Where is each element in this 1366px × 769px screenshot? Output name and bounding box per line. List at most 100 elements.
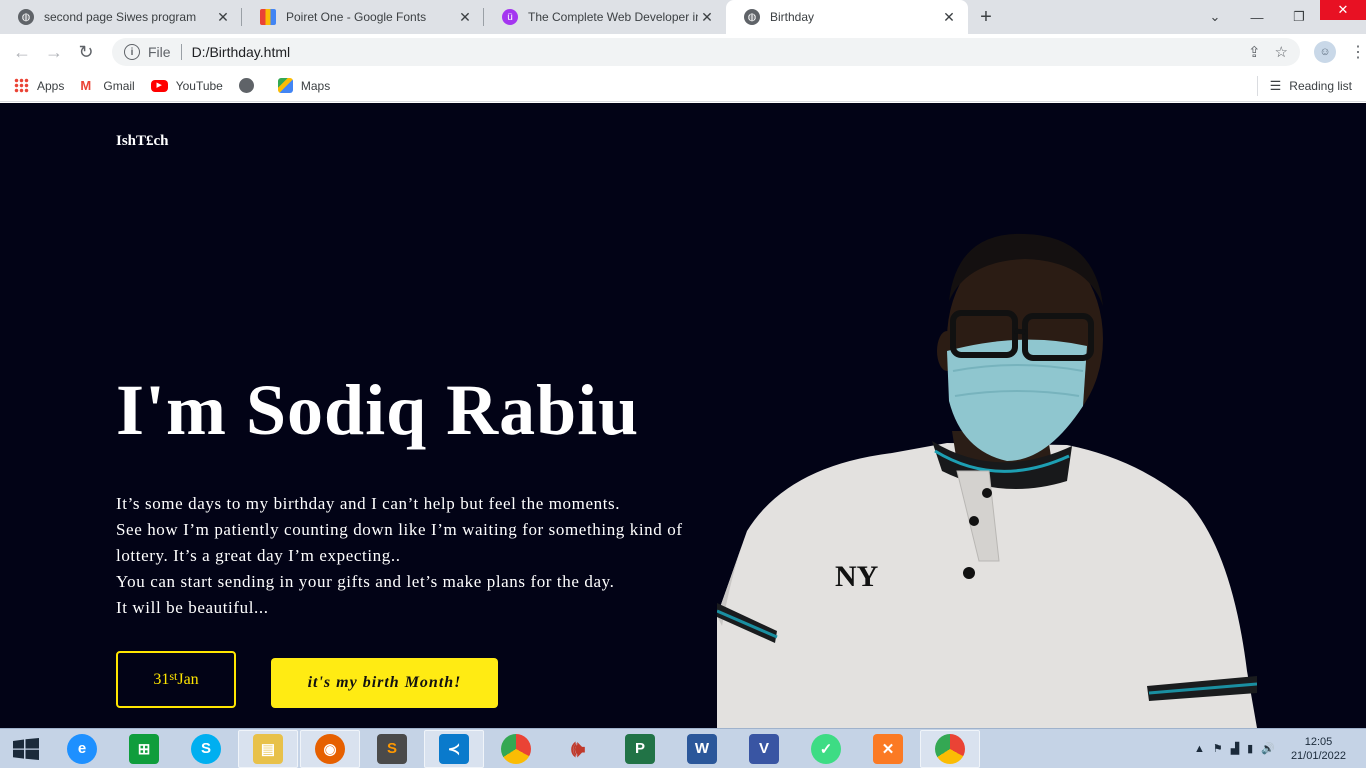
tab-google-fonts[interactable]: Poiret One - Google Fonts ✕ bbox=[242, 0, 484, 34]
globe-icon: ◍ bbox=[744, 9, 760, 25]
reading-list[interactable]: ☰ Reading list bbox=[1256, 75, 1352, 96]
visio-icon: V bbox=[749, 733, 779, 764]
battery-icon[interactable]: ▮ bbox=[1247, 742, 1253, 755]
taskbar-vscode[interactable]: ≺ bbox=[424, 729, 484, 768]
tab-birthday[interactable]: ◍ Birthday ✕ bbox=[726, 0, 968, 34]
bookmark-apps[interactable]: Apps bbox=[14, 78, 64, 93]
forward-icon[interactable]: → bbox=[38, 42, 70, 63]
date-suffix: st bbox=[169, 669, 178, 683]
portrait-photo: NY bbox=[717, 233, 1257, 728]
new-tab-button[interactable]: + bbox=[968, 0, 1004, 34]
more-menu-icon[interactable]: ⋮ bbox=[1350, 42, 1366, 62]
close-tab-icon[interactable]: ✕ bbox=[214, 9, 232, 26]
project-icon: P bbox=[625, 733, 655, 764]
svg-text:NY: NY bbox=[835, 560, 879, 593]
chrome-active-icon bbox=[935, 733, 965, 764]
window-controls: ⌄ — ❐ ✕ bbox=[1194, 0, 1366, 34]
xampp-icon: ✕ bbox=[873, 733, 903, 764]
paragraph-line: You can start sending in your gifts and … bbox=[116, 572, 615, 591]
bookmark-label: Gmail bbox=[103, 78, 135, 93]
tab-siwes[interactable]: ◍ second page Siwes program ✕ bbox=[0, 0, 242, 34]
globe-icon: ◍ bbox=[18, 9, 34, 25]
taskbar-firefox[interactable]: ◉ bbox=[300, 729, 360, 768]
windows-logo-icon bbox=[13, 737, 39, 760]
restore-button[interactable]: ❐ bbox=[1278, 9, 1320, 25]
share-icon[interactable]: ⇪ bbox=[1248, 43, 1261, 61]
date-button[interactable]: 31st Jan bbox=[116, 651, 236, 708]
taskbar-volume-app[interactable]: 🕪 bbox=[548, 730, 608, 768]
taskbar-chrome[interactable] bbox=[486, 730, 546, 768]
clock-date: 21/01/2022 bbox=[1290, 749, 1346, 762]
android-studio-icon: ✓ bbox=[811, 733, 841, 764]
windows-start-button[interactable] bbox=[0, 729, 52, 769]
maps-icon bbox=[277, 78, 293, 93]
reading-list-icon: ☰ bbox=[1269, 77, 1282, 93]
birth-month-button[interactable]: it's my birth Month! bbox=[271, 658, 498, 708]
site-info-icon[interactable]: i bbox=[124, 44, 140, 60]
taskbar-store[interactable]: ⊞ bbox=[114, 730, 174, 768]
bookmark-label: YouTube bbox=[175, 78, 223, 93]
bookmark-maps[interactable]: Maps bbox=[277, 78, 331, 93]
date-day: 31 bbox=[153, 670, 170, 688]
browser-toolbar: ← → ↻ i File D:/Birthday.html ⇪ ☆ ☺ ⋮ bbox=[0, 34, 1366, 70]
taskbar-sublime[interactable]: S bbox=[362, 730, 422, 768]
close-tab-icon[interactable]: ✕ bbox=[698, 9, 716, 26]
sublime-text-icon: S bbox=[377, 733, 407, 764]
bookmark-youtube[interactable]: ▶ YouTube bbox=[150, 78, 223, 93]
taskbar-internet-explorer[interactable]: e bbox=[52, 730, 112, 768]
page-content: IshT£ch I'm Sodiq Rabiu It’s some days t… bbox=[0, 103, 1366, 728]
divider bbox=[180, 44, 182, 60]
volume-icon[interactable]: 🔊 bbox=[1261, 742, 1275, 755]
address-bar[interactable]: i File D:/Birthday.html ⇪ ☆ bbox=[112, 38, 1300, 66]
youtube-icon: ▶ bbox=[150, 79, 168, 92]
action-center-flag-icon[interactable]: ⚑ bbox=[1213, 742, 1223, 755]
close-tab-icon[interactable]: ✕ bbox=[456, 9, 474, 26]
bookmark-star-icon[interactable]: ☆ bbox=[1275, 43, 1288, 61]
page-title: I'm Sodiq Rabiu bbox=[116, 370, 640, 450]
globe-icon bbox=[238, 78, 254, 93]
skype-icon: S bbox=[191, 733, 221, 764]
bookmarks-bar: Apps M Gmail ▶ YouTube Maps ☰ Reading li… bbox=[0, 70, 1366, 102]
paragraph-line: It will be beautiful... bbox=[116, 598, 269, 617]
taskbar-project[interactable]: P bbox=[610, 730, 670, 768]
profile-avatar[interactable]: ☺ bbox=[1314, 41, 1336, 63]
tab-strip: ◍ second page Siwes program ✕ Poiret One… bbox=[0, 0, 1366, 34]
tab-title: Poiret One - Google Fonts bbox=[286, 10, 427, 24]
tab-title: Birthday bbox=[770, 10, 815, 24]
tab-title: second page Siwes program bbox=[44, 10, 197, 24]
bookmark-gmail[interactable]: M Gmail bbox=[80, 78, 134, 93]
back-icon[interactable]: ← bbox=[6, 42, 38, 63]
close-tab-icon[interactable]: ✕ bbox=[940, 9, 958, 26]
clock-time: 12:05 bbox=[1304, 735, 1333, 748]
site-logo[interactable]: IshT£ch bbox=[116, 133, 169, 150]
taskbar-word[interactable]: W bbox=[672, 730, 732, 768]
url-text[interactable]: D:/Birthday.html bbox=[192, 44, 291, 60]
taskbar-file-explorer[interactable]: ▤ bbox=[238, 729, 298, 768]
system-tray: ▲ ⚑ ▟ ▮ 🔊 12:05 21/01/2022 bbox=[1194, 735, 1366, 763]
network-icon[interactable]: ▟ bbox=[1231, 742, 1239, 755]
chrome-icon bbox=[501, 733, 531, 764]
system-clock[interactable]: 12:05 21/01/2022 bbox=[1291, 735, 1346, 763]
word-icon: W bbox=[687, 733, 717, 764]
taskbar-chrome-active[interactable] bbox=[920, 729, 980, 768]
intro-paragraph: It’s some days to my birthday and I can’… bbox=[116, 491, 706, 621]
internet-explorer-icon: e bbox=[67, 733, 97, 764]
tab-search-icon[interactable]: ⌄ bbox=[1194, 9, 1236, 25]
taskbar-xampp[interactable]: ✕ bbox=[858, 730, 918, 768]
bookmark-globe[interactable] bbox=[238, 78, 262, 93]
taskbar-android-studio[interactable]: ✓ bbox=[796, 730, 856, 768]
close-window-button[interactable]: ✕ bbox=[1320, 0, 1366, 20]
tab-udemy[interactable]: ü The Complete Web Developer in ✕ bbox=[484, 0, 726, 34]
reading-list-label: Reading list bbox=[1289, 78, 1352, 93]
minimize-button[interactable]: — bbox=[1236, 10, 1278, 25]
taskbar-visio[interactable]: V bbox=[734, 730, 794, 768]
reload-icon[interactable]: ↻ bbox=[70, 42, 102, 63]
udemy-icon: ü bbox=[502, 9, 518, 25]
store-icon: ⊞ bbox=[129, 733, 159, 764]
file-explorer-icon: ▤ bbox=[253, 733, 283, 764]
apps-grid-icon bbox=[14, 78, 29, 93]
taskbar-skype[interactable]: S bbox=[176, 730, 236, 768]
bookmark-label: Maps bbox=[300, 78, 331, 93]
bookmark-label: Apps bbox=[37, 78, 65, 93]
show-hidden-icons-icon[interactable]: ▲ bbox=[1194, 743, 1205, 755]
